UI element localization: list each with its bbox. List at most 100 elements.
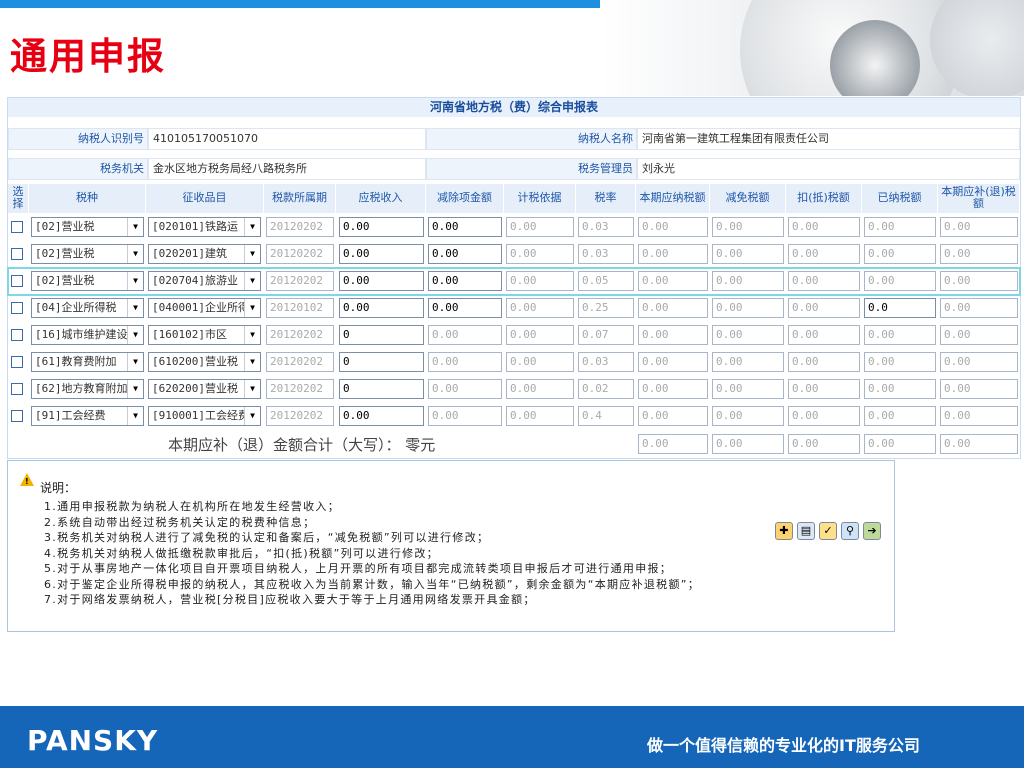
tax-period-field[interactable]: 20120102 <box>266 298 334 318</box>
chevron-down-icon[interactable]: ▼ <box>127 218 143 236</box>
tax-type-select[interactable]: [02]营业税 ▼ <box>31 217 144 237</box>
tax-period-field[interactable]: 20120202 <box>266 217 334 237</box>
payable-field[interactable]: 0.00 <box>638 298 708 318</box>
row-select-checkbox[interactable] <box>11 329 23 341</box>
rate-field[interactable]: 0.03 <box>578 217 634 237</box>
taxable-income-field[interactable]: 0.00 <box>339 298 424 318</box>
paid-field[interactable]: 0.00 <box>864 379 936 399</box>
deduct-field[interactable]: 0.00 <box>428 271 502 291</box>
deduct-field[interactable]: 0.00 <box>428 325 502 345</box>
credit-field[interactable]: 0.00 <box>788 244 860 264</box>
rate-field[interactable]: 0.25 <box>578 298 634 318</box>
collection-item-select[interactable]: [020101]铁路运 ▼ <box>148 217 261 237</box>
deduct-field[interactable]: 0.00 <box>428 406 502 426</box>
tax-period-field[interactable]: 20120202 <box>266 406 334 426</box>
row-select-checkbox[interactable] <box>11 383 23 395</box>
due-field[interactable]: 0.00 <box>940 271 1018 291</box>
relief-field[interactable]: 0.00 <box>712 325 784 345</box>
due-field[interactable]: 0.00 <box>940 406 1018 426</box>
chevron-down-icon[interactable]: ▼ <box>127 326 143 344</box>
credit-field[interactable]: 0.00 <box>788 352 860 372</box>
relief-field[interactable]: 0.00 <box>712 298 784 318</box>
taxable-income-field[interactable]: 0 <box>339 325 424 345</box>
chevron-down-icon[interactable]: ▼ <box>244 299 260 317</box>
tax-period-field[interactable]: 20120202 <box>266 352 334 372</box>
relief-field[interactable]: 0.00 <box>712 244 784 264</box>
basis-field[interactable]: 0.00 <box>506 244 574 264</box>
rate-field[interactable]: 0.05 <box>578 271 634 291</box>
credit-field[interactable]: 0.00 <box>788 271 860 291</box>
credit-field[interactable]: 0.00 <box>788 298 860 318</box>
collection-item-select[interactable]: [910001]工会经费 ▼ <box>148 406 261 426</box>
tax-type-select[interactable]: [02]营业税 ▼ <box>31 271 144 291</box>
taxable-income-field[interactable]: 0.00 <box>339 217 424 237</box>
deduct-field[interactable]: 0.00 <box>428 298 502 318</box>
save-icon[interactable]: ▤ <box>797 522 815 540</box>
taxable-income-field[interactable]: 0 <box>339 379 424 399</box>
payable-field[interactable]: 0.00 <box>638 271 708 291</box>
deduct-field[interactable]: 0.00 <box>428 379 502 399</box>
paid-field[interactable]: 0.00 <box>864 217 936 237</box>
basis-field[interactable]: 0.00 <box>506 271 574 291</box>
relief-field[interactable]: 0.00 <box>712 406 784 426</box>
chevron-down-icon[interactable]: ▼ <box>244 353 260 371</box>
payable-field[interactable]: 0.00 <box>638 352 708 372</box>
rate-field[interactable]: 0.03 <box>578 352 634 372</box>
paid-field[interactable]: 0.00 <box>864 325 936 345</box>
chevron-down-icon[interactable]: ▼ <box>127 245 143 263</box>
chevron-down-icon[interactable]: ▼ <box>127 272 143 290</box>
chevron-down-icon[interactable]: ▼ <box>127 299 143 317</box>
basis-field[interactable]: 0.00 <box>506 298 574 318</box>
rate-field[interactable]: 0.03 <box>578 244 634 264</box>
due-field[interactable]: 0.00 <box>940 217 1018 237</box>
chevron-down-icon[interactable]: ▼ <box>244 218 260 236</box>
chevron-down-icon[interactable]: ▼ <box>244 245 260 263</box>
credit-field[interactable]: 0.00 <box>788 217 860 237</box>
row-select-checkbox[interactable] <box>11 356 23 368</box>
row-select-checkbox[interactable] <box>11 221 23 233</box>
payable-field[interactable]: 0.00 <box>638 217 708 237</box>
tax-type-select[interactable]: [61]教育费附加 ▼ <box>31 352 144 372</box>
row-select-checkbox[interactable] <box>11 410 23 422</box>
paid-field[interactable]: 0.00 <box>864 271 936 291</box>
basis-field[interactable]: 0.00 <box>506 406 574 426</box>
tax-type-select[interactable]: [62]地方教育附加 ▼ <box>31 379 144 399</box>
collection-item-select[interactable]: [610200]营业税 ▼ <box>148 352 261 372</box>
submit-icon[interactable]: ➔ <box>863 522 881 540</box>
rate-field[interactable]: 0.02 <box>578 379 634 399</box>
tax-type-select[interactable]: [16]城市维护建设 ▼ <box>31 325 144 345</box>
chevron-down-icon[interactable]: ▼ <box>244 407 260 425</box>
deduct-field[interactable]: 0.00 <box>428 217 502 237</box>
chevron-down-icon[interactable]: ▼ <box>127 380 143 398</box>
due-field[interactable]: 0.00 <box>940 352 1018 372</box>
tax-period-field[interactable]: 20120202 <box>266 379 334 399</box>
deduct-field[interactable]: 0.00 <box>428 244 502 264</box>
tax-period-field[interactable]: 20120202 <box>266 271 334 291</box>
tax-type-select[interactable]: [91]工会经费 ▼ <box>31 406 144 426</box>
payable-field[interactable]: 0.00 <box>638 325 708 345</box>
row-select-checkbox[interactable] <box>11 302 23 314</box>
credit-field[interactable]: 0.00 <box>788 325 860 345</box>
basis-field[interactable]: 0.00 <box>506 325 574 345</box>
chevron-down-icon[interactable]: ▼ <box>244 380 260 398</box>
basis-field[interactable]: 0.00 <box>506 217 574 237</box>
chevron-down-icon[interactable]: ▼ <box>244 272 260 290</box>
paid-field[interactable]: 0.00 <box>864 244 936 264</box>
relief-field[interactable]: 0.00 <box>712 379 784 399</box>
chevron-down-icon[interactable]: ▼ <box>244 326 260 344</box>
due-field[interactable]: 0.00 <box>940 298 1018 318</box>
row-select-checkbox[interactable] <box>11 248 23 260</box>
taxable-income-field[interactable]: 0.00 <box>339 244 424 264</box>
collection-item-select[interactable]: [620200]营业税 ▼ <box>148 379 261 399</box>
credit-field[interactable]: 0.00 <box>788 406 860 426</box>
tax-type-select[interactable]: [02]营业税 ▼ <box>31 244 144 264</box>
due-field[interactable]: 0.00 <box>940 379 1018 399</box>
deduct-field[interactable]: 0.00 <box>428 352 502 372</box>
search-icon[interactable]: ⚲ <box>841 522 859 540</box>
taxable-income-field[interactable]: 0 <box>339 352 424 372</box>
tax-period-field[interactable]: 20120202 <box>266 244 334 264</box>
basis-field[interactable]: 0.00 <box>506 352 574 372</box>
tax-period-field[interactable]: 20120202 <box>266 325 334 345</box>
relief-field[interactable]: 0.00 <box>712 271 784 291</box>
payable-field[interactable]: 0.00 <box>638 379 708 399</box>
